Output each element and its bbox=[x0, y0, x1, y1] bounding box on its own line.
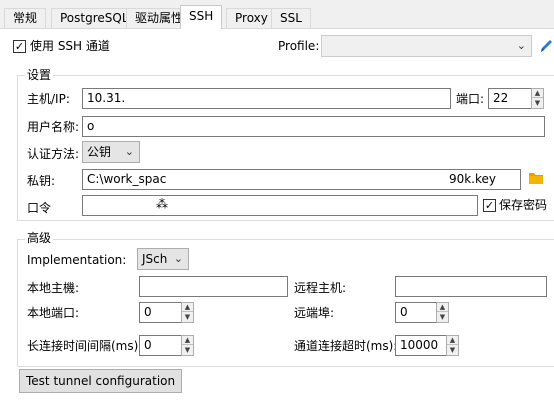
local-host-label: 本地主機: bbox=[27, 281, 80, 295]
connect-timeout-input[interactable]: 10000 bbox=[395, 335, 447, 356]
save-password-label: 保存密码 bbox=[499, 198, 548, 212]
port-input[interactable]: 22 bbox=[488, 88, 532, 109]
spin-up-icon[interactable]: ▲ bbox=[447, 336, 458, 345]
connect-timeout-stepper[interactable]: ▲ ▼ bbox=[446, 335, 459, 356]
implementation-select[interactable]: JSch ⌄ bbox=[137, 248, 189, 270]
auth-method-label: 认证方法: bbox=[27, 147, 80, 161]
tab-bar: 常规 PostgreSQL 驱动属性 SSH Proxy SSL bbox=[0, 0, 554, 29]
use-ssh-checkbox[interactable]: ✓ bbox=[13, 40, 26, 53]
settings-group-title: 设置 bbox=[25, 68, 54, 82]
spin-down-icon[interactable]: ▼ bbox=[437, 313, 448, 322]
keepalive-label: 长连接时间间隔(ms): bbox=[27, 339, 143, 353]
spin-up-icon[interactable]: ▲ bbox=[182, 336, 193, 345]
username-label: 用户名称: bbox=[27, 120, 80, 134]
private-key-value-end: 90k.key bbox=[448, 172, 496, 186]
implementation-label: Implementation: bbox=[27, 253, 127, 267]
folder-icon[interactable] bbox=[528, 171, 544, 185]
use-ssh-label: 使用 SSH 通道 bbox=[30, 39, 110, 53]
password-input[interactable] bbox=[82, 195, 478, 216]
local-port-input[interactable]: 0 bbox=[139, 302, 182, 323]
spin-down-icon[interactable]: ▼ bbox=[182, 346, 193, 355]
private-key-label: 私钥: bbox=[27, 174, 56, 188]
host-input[interactable]: 10.31. bbox=[82, 88, 451, 109]
save-password-checkbox[interactable]: ✓ bbox=[483, 199, 496, 212]
edit-pencil-icon[interactable] bbox=[538, 37, 554, 55]
chevron-down-icon: ⌄ bbox=[173, 252, 183, 265]
tab-ssh[interactable]: SSH bbox=[180, 5, 223, 29]
auth-method-select[interactable]: 公钥 ⌄ bbox=[82, 141, 140, 163]
username-input[interactable]: o bbox=[82, 116, 545, 137]
port-label: 端口: bbox=[456, 92, 485, 106]
keepalive-input[interactable]: 0 bbox=[139, 335, 182, 356]
remote-host-input[interactable] bbox=[395, 276, 547, 297]
local-port-stepper[interactable]: ▲ ▼ bbox=[181, 302, 194, 323]
local-port-label: 本地端口: bbox=[27, 306, 80, 320]
tab-general[interactable]: 常规 bbox=[4, 8, 47, 28]
private-key-input[interactable]: C:\work_spac 90k.key bbox=[82, 169, 521, 190]
implementation-value: JSch bbox=[142, 252, 168, 266]
advanced-group-title: 高级 bbox=[25, 231, 54, 245]
local-host-input[interactable] bbox=[139, 276, 288, 297]
tab-postgresql[interactable]: PostgreSQL bbox=[51, 8, 138, 28]
profile-select[interactable]: ⌄ bbox=[321, 35, 532, 57]
spin-down-icon[interactable]: ▼ bbox=[182, 313, 193, 322]
spin-up-icon[interactable]: ▲ bbox=[182, 303, 193, 312]
auth-method-value: 公钥 bbox=[87, 145, 112, 159]
spin-down-icon[interactable]: ▼ bbox=[447, 346, 458, 355]
private-key-value-start: C:\work_spac bbox=[87, 172, 167, 186]
keepalive-stepper[interactable]: ▲ ▼ bbox=[181, 335, 194, 356]
connect-timeout-label: 通道连接超时(ms): bbox=[294, 339, 398, 353]
chevron-down-icon: ⌄ bbox=[124, 145, 134, 158]
remote-host-label: 远程主机: bbox=[294, 281, 347, 295]
spin-up-icon[interactable]: ▲ bbox=[437, 303, 448, 312]
remote-port-stepper[interactable]: ▲ ▼ bbox=[436, 302, 449, 323]
spin-down-icon[interactable]: ▼ bbox=[532, 99, 543, 108]
ssh-panel: ✓ 使用 SSH 通道 Profile: ⌄ 设置 主机/IP: 10.31. … bbox=[0, 29, 554, 413]
tab-proxy[interactable]: Proxy bbox=[226, 8, 277, 28]
test-tunnel-button[interactable]: Test tunnel configuration bbox=[19, 369, 183, 393]
tab-ssl[interactable]: SSL bbox=[271, 8, 311, 28]
remote-port-label: 远端埠: bbox=[294, 306, 335, 320]
password-label: 口令 bbox=[27, 201, 52, 215]
remote-port-input[interactable]: 0 bbox=[395, 302, 437, 323]
host-label: 主机/IP: bbox=[27, 92, 70, 106]
profile-label: Profile: bbox=[278, 39, 320, 53]
spin-up-icon[interactable]: ▲ bbox=[532, 89, 543, 98]
chevron-down-icon: ⌄ bbox=[516, 39, 526, 52]
cursor-icon: ⁂ bbox=[156, 197, 168, 211]
port-stepper[interactable]: ▲ ▼ bbox=[531, 88, 544, 109]
